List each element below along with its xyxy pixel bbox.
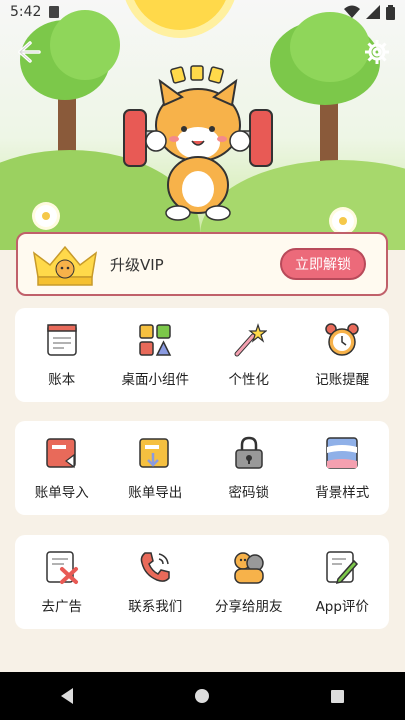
menu-item-contact-us[interactable]: 联系我们 (110, 549, 200, 615)
menu-item-remove-ads[interactable]: 去广告 (17, 549, 107, 615)
menu-item-bill-import[interactable]: 账单导入 (17, 435, 107, 501)
menu-item-share[interactable]: 分享给朋友 (204, 549, 294, 615)
menu-label: 账本 (48, 372, 76, 388)
gear-icon (365, 40, 389, 64)
menu-item-password-lock[interactable]: 密码锁 (204, 435, 294, 501)
lock-icon (235, 436, 263, 469)
review-icon (326, 551, 359, 585)
menu-item-widgets[interactable]: 桌面小组件 (110, 322, 200, 388)
menu-item-bill-export[interactable]: 账单导出 (110, 435, 200, 501)
nav-home-icon[interactable] (195, 689, 209, 703)
hero-illustration (0, 0, 405, 250)
menu-label: 联系我们 (128, 599, 183, 615)
menu-label: 账单导入 (34, 485, 89, 501)
flower-icon (35, 205, 57, 227)
sim-card-icon (49, 6, 60, 18)
settings-button[interactable] (363, 38, 391, 66)
menu-label: 账单导出 (128, 485, 183, 501)
share-friends-icon (234, 552, 264, 584)
menu-label: 密码锁 (228, 485, 270, 501)
bill-import-icon (46, 438, 76, 469)
menu-label: 背景样式 (315, 485, 370, 501)
flower-icon (332, 210, 354, 232)
signal-icon (366, 5, 380, 19)
menu-item-reminder[interactable]: 记账提醒 (297, 322, 387, 388)
back-button[interactable] (14, 38, 42, 66)
feature-section-2: 账单导入 账单导出 密码锁 背景样式 (15, 421, 389, 515)
background-style-icon (326, 437, 358, 469)
menu-label: 分享给朋友 (215, 599, 283, 615)
battery-icon (386, 4, 395, 20)
widgets-icon (139, 324, 172, 356)
menu-item-app-review[interactable]: App评价 (297, 549, 387, 615)
menu-label: 去广告 (41, 599, 83, 615)
status-time: 5:42 (10, 4, 42, 20)
menu-item-background-style[interactable]: 背景样式 (297, 435, 387, 501)
feature-section-3: 去广告 联系我们 分享给朋友 App评价 (15, 535, 389, 629)
system-nav-bar (0, 672, 405, 720)
menu-label: App评价 (315, 599, 369, 615)
ledger-icon (47, 324, 77, 356)
status-bar: 5:42 (0, 0, 405, 24)
bill-export-icon (139, 438, 169, 468)
menu-item-ledger[interactable]: 账本 (17, 322, 107, 388)
feature-section-1: 账本 桌面小组件 个性化 记账提醒 (15, 308, 389, 402)
menu-label: 记账提醒 (315, 372, 370, 388)
back-arrow-icon (18, 41, 41, 63)
remove-ads-icon (46, 551, 78, 584)
alarm-clock-icon (325, 323, 359, 356)
nav-back-icon[interactable] (61, 688, 73, 704)
menu-label: 个性化 (228, 372, 270, 388)
vip-crown-icon (30, 239, 100, 289)
menu-item-personalize[interactable]: 个性化 (204, 322, 294, 388)
menu-label: 桌面小组件 (121, 372, 190, 388)
vip-card[interactable]: 升级VIP 立即解锁 (16, 232, 388, 296)
unlock-vip-button[interactable]: 立即解锁 (280, 248, 366, 280)
vip-label: 升级VIP (110, 255, 164, 274)
phone-icon (140, 552, 170, 582)
wifi-icon (344, 5, 360, 18)
nav-recent-icon[interactable] (331, 689, 344, 703)
cat-mascot-icon (123, 65, 273, 221)
magic-wand-icon (234, 323, 267, 357)
